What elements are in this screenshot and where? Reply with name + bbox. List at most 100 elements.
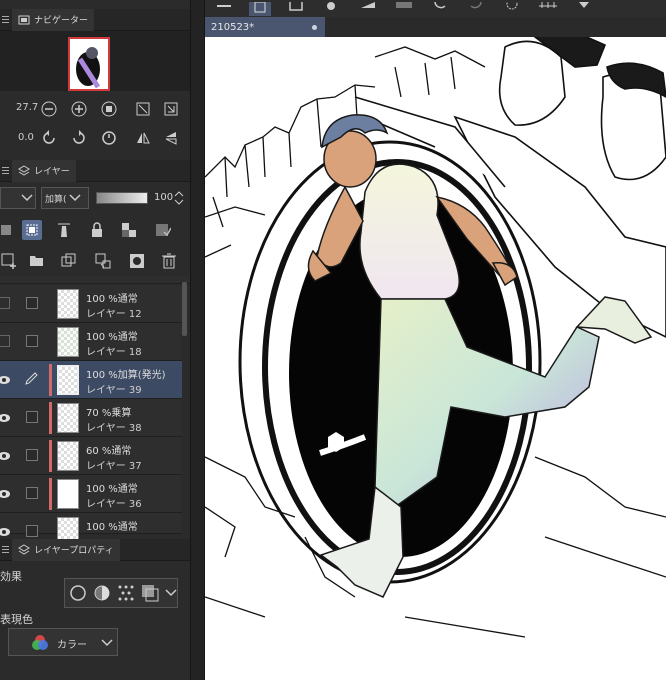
- lock-checkbox[interactable]: [26, 411, 38, 423]
- eye-icon[interactable]: [0, 525, 14, 539]
- layer-color-dropdown[interactable]: [0, 187, 36, 209]
- fill-window-icon[interactable]: [162, 100, 180, 118]
- rotate-right-icon[interactable]: [70, 129, 88, 147]
- layer-row[interactable]: 100 %通常 レイヤー 18: [0, 323, 182, 361]
- navigator-thumbnail[interactable]: [68, 37, 110, 91]
- clear-icon[interactable]: [501, 1, 523, 16]
- lock-checkbox[interactable]: [26, 525, 38, 537]
- mask-enable-icon[interactable]: [152, 219, 174, 241]
- layer-tab-label: レイヤー: [34, 167, 70, 177]
- rotate-left-icon[interactable]: [40, 129, 58, 147]
- color-mode-value: カラー: [57, 640, 87, 651]
- reference-layer-icon[interactable]: [22, 220, 42, 240]
- tone-icon[interactable]: [117, 584, 135, 602]
- save-icon[interactable]: [285, 1, 307, 16]
- layer-row[interactable]: 100 %通常 レイヤー 12: [0, 285, 182, 323]
- fill-icon[interactable]: [357, 1, 379, 16]
- fit-window-icon[interactable]: [134, 100, 152, 118]
- lock-icon[interactable]: [88, 221, 106, 239]
- tab-layer[interactable]: レイヤー: [12, 159, 76, 182]
- document-tab-title: 210523*: [211, 21, 255, 33]
- layer-row[interactable]: 100 %加算(発光) レイヤー 39: [0, 361, 182, 399]
- opacity-slider[interactable]: [96, 192, 148, 204]
- illustration: [205, 37, 666, 638]
- stepper-icon[interactable]: [174, 190, 184, 206]
- layer-row[interactable]: 100 %通常: [0, 513, 182, 547]
- blend-mode-dropdown[interactable]: 加算(: [41, 187, 89, 209]
- layer-row[interactable]: 70 %乗算 レイヤー 38: [0, 399, 182, 437]
- flip-vertical-icon[interactable]: [162, 129, 180, 147]
- canvas-artwork[interactable]: [205, 37, 666, 680]
- layer-row[interactable]: 100 %通常 レイヤー 36: [0, 475, 182, 513]
- shape-icon[interactable]: [573, 1, 595, 16]
- undo-icon[interactable]: [429, 1, 451, 16]
- chevron-down-icon: [68, 194, 81, 202]
- rotation-value[interactable]: 0.0: [18, 132, 34, 143]
- document-tab-bar: 210523*: [205, 17, 666, 37]
- panel-divider[interactable]: [190, 0, 205, 680]
- settings-icon[interactable]: [321, 1, 343, 16]
- layer-list-scrollbar[interactable]: [182, 282, 187, 336]
- chevron-down-icon: [101, 639, 113, 647]
- redo-icon[interactable]: [465, 1, 487, 16]
- lock-checkbox[interactable]: [26, 487, 38, 499]
- zoom-value[interactable]: 27.7: [16, 102, 38, 113]
- color-swatch-icon[interactable]: [393, 1, 415, 16]
- delete-layer-icon[interactable]: [160, 252, 178, 270]
- reset-rotation-icon[interactable]: [100, 129, 118, 147]
- navigator-preview-area[interactable]: [0, 31, 190, 91]
- eye-icon[interactable]: [0, 449, 14, 463]
- eye-icon[interactable]: [0, 411, 14, 425]
- layer-name: レイヤー 18: [86, 347, 142, 358]
- canvas-area[interactable]: 210523*: [205, 0, 666, 680]
- visibility-toggle[interactable]: [0, 297, 10, 309]
- flip-horizontal-icon[interactable]: [134, 129, 152, 147]
- new-folder-icon[interactable]: [28, 252, 46, 270]
- layer-color-bar: [49, 478, 52, 510]
- blend-mode-value: 加算(: [45, 194, 67, 205]
- new-raster-layer-icon[interactable]: [0, 252, 18, 270]
- clip-icon[interactable]: [0, 221, 18, 239]
- layer-name: レイヤー 36: [86, 499, 142, 510]
- opacity-value[interactable]: 100: [154, 192, 173, 203]
- layer-property-header: レイヤープロパティ: [0, 538, 190, 561]
- layer-thumbnail: [57, 441, 79, 471]
- lock-checkbox[interactable]: [26, 335, 38, 347]
- merge-down-icon[interactable]: [94, 252, 112, 270]
- eye-icon[interactable]: [0, 373, 14, 387]
- menu-icon[interactable]: [0, 9, 12, 31]
- layer-color-bar: [49, 364, 52, 396]
- tab-navigator[interactable]: ナビゲーター: [12, 8, 95, 31]
- menu-icon[interactable]: [0, 539, 12, 561]
- menu-icon[interactable]: [0, 160, 12, 182]
- zoom-out-icon[interactable]: [40, 100, 58, 118]
- unsaved-dot-icon[interactable]: [312, 24, 317, 30]
- layer-blend-label: 100 %加算(発光): [86, 370, 166, 381]
- pen-icon: [25, 372, 38, 385]
- chevron-down-icon[interactable]: [165, 589, 177, 597]
- lock-checkbox[interactable]: [26, 297, 38, 309]
- extract-line-icon[interactable]: [93, 584, 111, 602]
- visibility-toggle[interactable]: [0, 335, 10, 347]
- copy-layer-icon[interactable]: [60, 252, 78, 270]
- border-effect-icon[interactable]: [69, 584, 87, 602]
- actual-size-icon[interactable]: [100, 100, 118, 118]
- new-canvas-icon[interactable]: [249, 1, 271, 16]
- layer-row[interactable]: 60 %通常 レイヤー 37: [0, 437, 182, 475]
- lock-transparent-icon[interactable]: [120, 221, 138, 239]
- layer-mask-icon[interactable]: [128, 252, 146, 270]
- menu-icon[interactable]: [213, 2, 235, 16]
- tone-grid-icon[interactable]: [537, 1, 559, 16]
- lock-checkbox[interactable]: [26, 449, 38, 461]
- document-tab[interactable]: 210523*: [205, 17, 325, 37]
- expression-color-dropdown[interactable]: カラー: [8, 628, 118, 656]
- layer-thumbnail: [57, 327, 79, 357]
- lighthouse-icon[interactable]: [55, 221, 73, 239]
- layer-color-icon[interactable]: [141, 584, 159, 602]
- layer-thumbnail: [57, 403, 79, 433]
- tab-layer-property[interactable]: レイヤープロパティ: [12, 538, 120, 561]
- layers-icon: [18, 543, 30, 555]
- layer-panel-header: レイヤー: [0, 159, 190, 182]
- eye-icon[interactable]: [0, 487, 14, 501]
- zoom-in-icon[interactable]: [70, 100, 88, 118]
